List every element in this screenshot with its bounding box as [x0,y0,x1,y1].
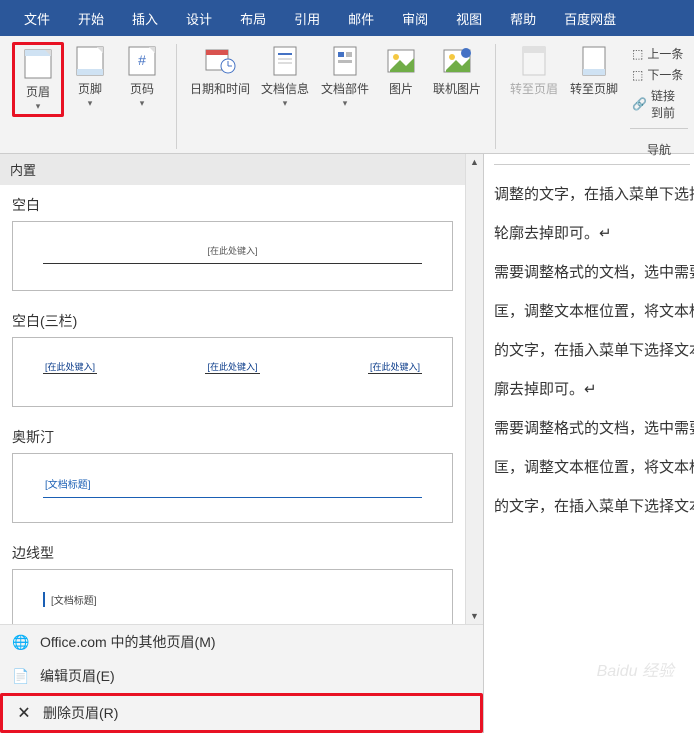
docparts-button[interactable]: 文档部件 ▾ [315,42,375,111]
menu-file[interactable]: 文件 [10,0,64,36]
next-button[interactable]: ⬚下一条 [630,65,688,84]
menu-layout[interactable]: 布局 [226,0,280,36]
scroll-up-icon[interactable]: ▲ [467,154,482,170]
menu-more-office[interactable]: 🌐 Office.com 中的其他页眉(M) [0,625,483,659]
doc-text: 匡，调整文本框位置，将文本框 [494,448,690,487]
onlinepic-icon [440,44,474,78]
globe-icon: 🌐 [12,633,30,651]
calendar-icon [203,44,237,78]
pagenum-button[interactable]: # 页码 ▾ [116,42,168,117]
doc-text: 匡，调整文本框位置，将文本框 [494,292,690,331]
menu-references[interactable]: 引用 [280,0,334,36]
chevron-down-icon: ▾ [88,98,93,109]
document-body: 调整的文字，在插入菜单下选择 轮廓去掉即可。↵ 需要调整格式的文档，选中需要 匡… [484,154,694,733]
chevron-down-icon: ▾ [140,98,145,109]
next-icon: ⬚ [632,68,643,82]
docparts-icon [328,44,362,78]
doc-text: 需要调整格式的文档，选中需要 [494,409,690,448]
docinfo-icon [268,44,302,78]
prev-button[interactable]: ⬚上一条 [630,44,688,63]
header-icon [21,47,55,81]
edit-header-icon: 📄 [12,667,30,685]
menu-design[interactable]: 设计 [172,0,226,36]
style-preview-blank[interactable]: [在此处键入] [12,221,453,291]
style-name-blank3: 空白(三栏) [0,301,465,333]
footer-button[interactable]: 页脚 ▾ [64,42,116,117]
menu-help[interactable]: 帮助 [496,0,550,36]
doc-text: 轮廓去掉即可。↵ [494,214,690,253]
scroll-down-icon[interactable]: ▼ [467,608,482,624]
remove-header-icon: 🗙 [15,704,33,722]
prev-icon: ⬚ [632,47,643,61]
link-prev-button[interactable]: 🔗链接到前 [630,86,688,122]
doc-text: 廓去掉即可。↵ [494,370,690,409]
style-preview-blank3[interactable]: [在此处键入] [在此处键入] [在此处键入] [12,337,453,407]
header-gallery-dropdown: 内置 空白 [在此处键入] 空白(三栏) [在此处键入] [在此处键入] [在此… [0,154,484,733]
menubar: 文件 开始 插入 设计 布局 引用 邮件 审阅 视图 帮助 百度网盘 [0,0,694,36]
style-preview-edge[interactable]: [文档标题] [12,569,453,624]
doc-text: 需要调整格式的文档，选中需要 [494,253,690,292]
menu-review[interactable]: 审阅 [388,0,442,36]
menu-home[interactable]: 开始 [64,0,118,36]
goto-footer-button[interactable]: 转至页脚 [564,42,624,98]
doc-text: 的文字，在插入菜单下选择文本 [494,487,690,526]
link-icon: 🔗 [632,97,647,111]
doc-text: 的文字，在插入菜单下选择文本 [494,331,690,370]
gallery-scrollbar[interactable]: ▲ ▼ [465,154,483,624]
ribbon: 页眉 ▾ 页脚 ▾ # 页码 ▾ 日期和时间 文档信息 [0,36,694,154]
goto-footer-icon [577,44,611,78]
watermark: Baidu 经验 [597,651,674,693]
goto-header-button: 转至页眉 [504,42,564,98]
menu-edit-header[interactable]: 📄 编辑页眉(E) [0,659,483,693]
style-name-edge: 边线型 [0,533,465,565]
goto-header-icon [517,44,551,78]
chevron-down-icon: ▾ [283,98,288,109]
menu-remove-header[interactable]: 🗙 删除页眉(R) [0,693,483,733]
gallery-section-builtin: 内置 [0,154,465,185]
menu-insert[interactable]: 插入 [118,0,172,36]
pagenum-icon: # [125,44,159,78]
footer-icon [73,44,107,78]
menu-baidu[interactable]: 百度网盘 [550,0,630,36]
datetime-button[interactable]: 日期和时间 [185,42,255,111]
chevron-down-icon: ▾ [36,101,41,112]
chevron-down-icon: ▾ [343,98,348,109]
style-name-austin: 奥斯汀 [0,417,465,449]
svg-text:#: # [138,52,146,68]
doc-text: 调整的文字，在插入菜单下选择 [494,175,690,214]
menu-view[interactable]: 视图 [442,0,496,36]
header-button[interactable]: 页眉 ▾ [12,42,64,117]
menu-mailings[interactable]: 邮件 [334,0,388,36]
picture-icon [384,44,418,78]
onlinepic-button[interactable]: 联机图片 [427,42,487,111]
docinfo-button[interactable]: 文档信息 ▾ [255,42,315,111]
picture-button[interactable]: 图片 [375,42,427,111]
style-name-blank: 空白 [0,185,465,217]
style-preview-austin[interactable]: [文档标题] [12,453,453,523]
